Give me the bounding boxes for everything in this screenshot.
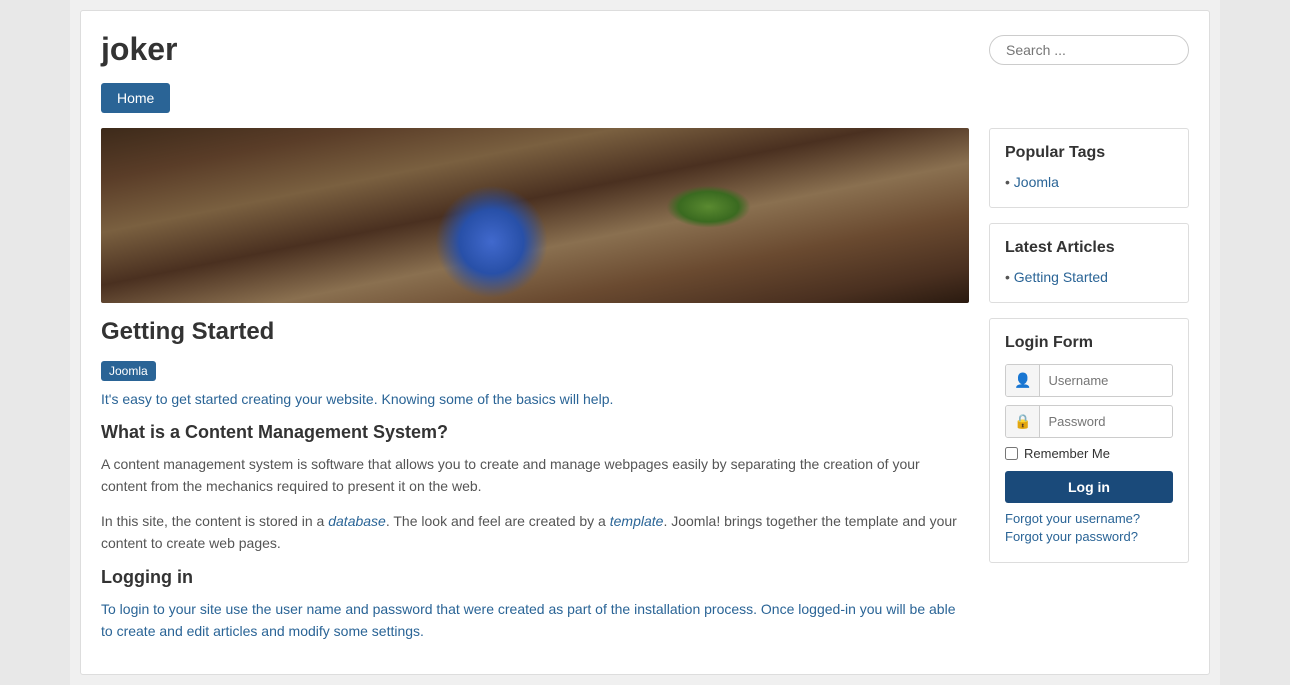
latest-articles-box: Latest Articles Getting Started <box>989 223 1189 303</box>
user-icon: 👤 <box>1006 365 1040 396</box>
section1-para1: A content management system is software … <box>101 453 969 498</box>
header: joker <box>101 31 1189 68</box>
remember-me-label: Remember Me <box>1024 446 1110 461</box>
site-title: joker <box>101 31 177 68</box>
section1-title: What is a Content Management System? <box>101 422 969 443</box>
popular-tags-list: Joomla <box>1005 172 1173 192</box>
popular-tags-box: Popular Tags Joomla <box>989 128 1189 208</box>
list-item: Getting Started <box>1005 267 1173 287</box>
remember-me-checkbox[interactable] <box>1005 447 1018 460</box>
search-input[interactable] <box>989 35 1189 65</box>
password-input[interactable] <box>1040 407 1172 436</box>
hero-image <box>101 128 969 303</box>
main-container: joker Home Getting Started Joomla It <box>80 10 1210 675</box>
joomla-tag[interactable]: Joomla <box>101 361 156 381</box>
lock-icon: 🔒 <box>1006 406 1040 437</box>
username-input[interactable] <box>1040 366 1172 395</box>
template-link[interactable]: template <box>610 513 664 529</box>
popular-tags-title: Popular Tags <box>1005 144 1173 162</box>
intro-text: It's easy to get started creating your w… <box>101 391 969 407</box>
hero-image-inner <box>101 128 969 303</box>
page-wrapper: joker Home Getting Started Joomla It <box>70 0 1220 685</box>
login-form-title: Login Form <box>1005 334 1173 352</box>
nav-bar: Home <box>101 83 1189 113</box>
login-form-box: Login Form 👤 🔒 Remember Me Log in For <box>989 318 1189 563</box>
getting-started-link[interactable]: Getting Started <box>1014 269 1108 285</box>
popular-tag-joomla-link[interactable]: Joomla <box>1014 174 1059 190</box>
section2-para1: To login to your site use the user name … <box>101 598 969 643</box>
latest-articles-list: Getting Started <box>1005 267 1173 287</box>
section2-title: Logging in <box>101 567 969 588</box>
forgot-username-link[interactable]: Forgot your username? <box>1005 511 1173 526</box>
main-content: Getting Started Joomla It's easy to get … <box>101 128 969 654</box>
sidebar: Popular Tags Joomla Latest Articles Gett… <box>989 128 1189 654</box>
login-button[interactable]: Log in <box>1005 471 1173 503</box>
content-layout: Getting Started Joomla It's easy to get … <box>101 128 1189 654</box>
section1-para2: In this site, the content is stored in a… <box>101 510 969 555</box>
remember-row: Remember Me <box>1005 446 1173 461</box>
username-input-group: 👤 <box>1005 364 1173 397</box>
forgot-password-link[interactable]: Forgot your password? <box>1005 529 1173 544</box>
home-button[interactable]: Home <box>101 83 170 113</box>
list-item: Joomla <box>1005 172 1173 192</box>
database-link[interactable]: database <box>328 513 386 529</box>
latest-articles-title: Latest Articles <box>1005 239 1173 257</box>
password-input-group: 🔒 <box>1005 405 1173 438</box>
article-title: Getting Started <box>101 318 969 346</box>
